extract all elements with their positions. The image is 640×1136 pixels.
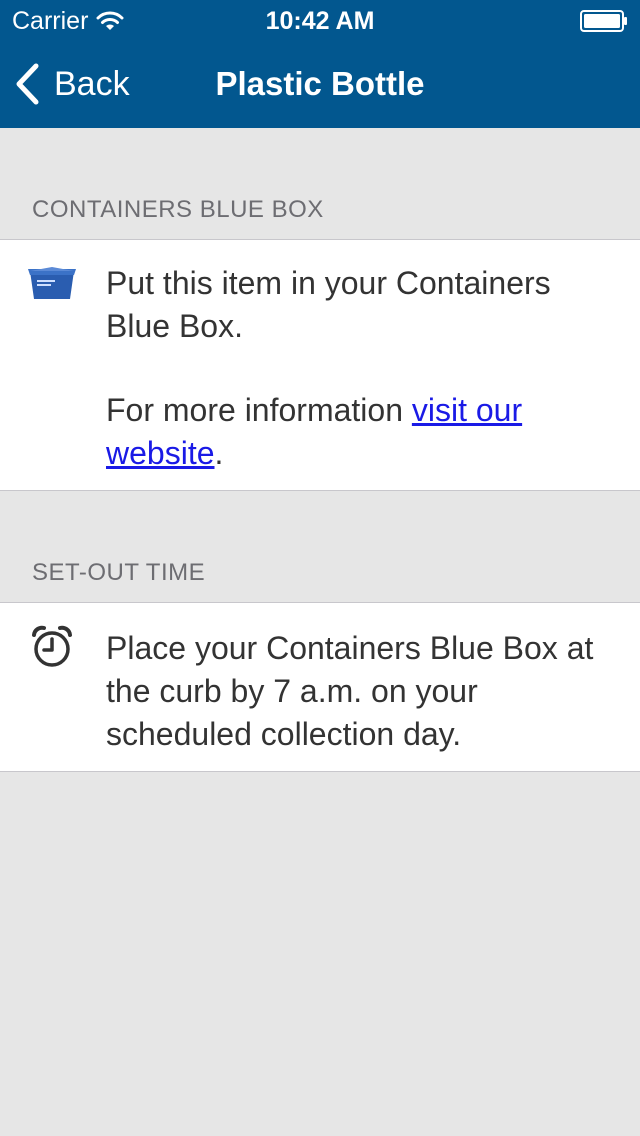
containers-text: Put this item in your Containers Blue Bo… <box>106 265 551 344</box>
app-screen: Carrier 10:42 AM Back Plastic Bottle CON… <box>0 0 640 1136</box>
page-title: Plastic Bottle <box>215 65 425 102</box>
setout-cell: Place your Containers Blue Box at the cu… <box>0 602 640 772</box>
navigation-bar: Back Plastic Bottle <box>0 40 640 128</box>
status-bar: Carrier 10:42 AM <box>0 0 640 40</box>
blue-box-icon <box>28 267 76 299</box>
status-time: 10:42 AM <box>265 7 375 35</box>
more-info-suffix: . <box>214 435 224 471</box>
containers-description: Put this item in your Containers Blue Bo… <box>106 262 612 475</box>
setout-description: Place your Containers Blue Box at the cu… <box>106 630 594 752</box>
section-header-setout: SET-OUT TIME <box>32 559 206 586</box>
alarm-clock-icon <box>32 625 72 667</box>
containers-cell: Put this item in your Containers Blue Bo… <box>0 239 640 491</box>
top-bar: Carrier 10:42 AM Back Plastic Bottle <box>0 0 640 128</box>
battery-icon <box>580 10 627 32</box>
more-info-text: For more information visit our website. <box>106 389 612 475</box>
section-header-containers: CONTAINERS BLUE BOX <box>32 196 324 223</box>
more-info-prefix: For more information <box>106 392 412 428</box>
